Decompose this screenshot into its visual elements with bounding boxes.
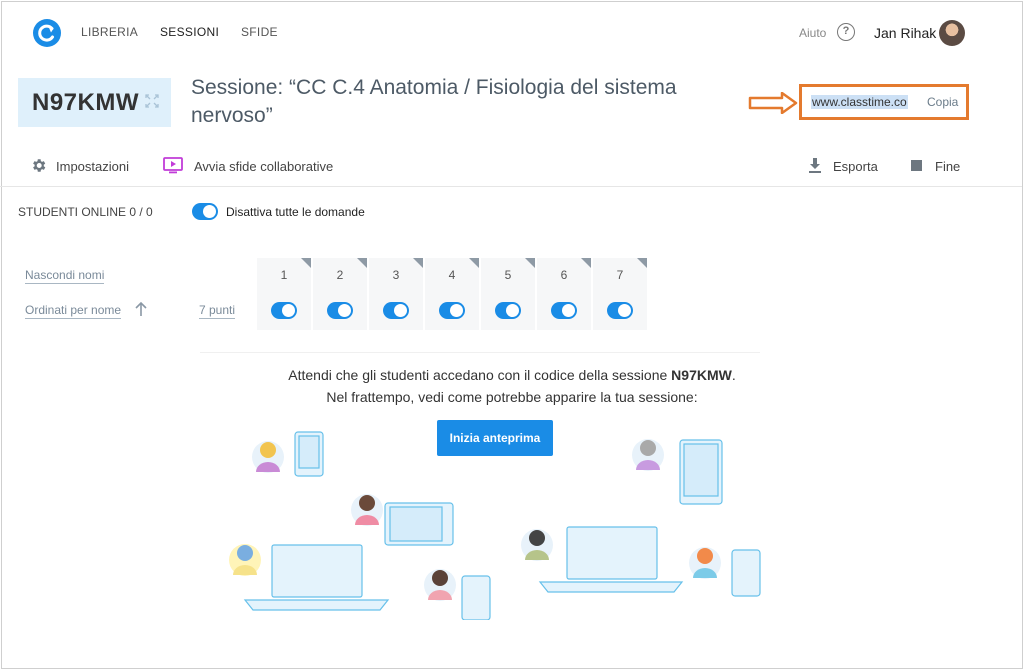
play-screen-icon[interactable]	[163, 157, 183, 174]
question-column[interactable]: 5	[481, 258, 535, 330]
download-icon[interactable]	[808, 157, 822, 174]
toggle-all-questions[interactable]	[192, 203, 218, 220]
question-toggle[interactable]	[495, 302, 521, 319]
waiting-message-line2: Nel frattempo, vedi come potrebbe appari…	[326, 389, 698, 405]
question-column[interactable]: 2	[313, 258, 367, 330]
export-button[interactable]: Esporta	[833, 159, 878, 174]
help-link[interactable]: Aiuto	[799, 26, 826, 40]
session-url[interactable]: www.classtime.co	[811, 95, 908, 109]
question-column[interactable]: 6	[537, 258, 591, 330]
settings-button[interactable]: Impostazioni	[56, 159, 129, 174]
question-number: 2	[336, 268, 344, 282]
question-circle-icon[interactable]: ?	[837, 23, 855, 41]
start-preview-button[interactable]: Inizia anteprima	[437, 420, 553, 456]
question-column[interactable]: 1	[257, 258, 311, 330]
toolbar-divider	[0, 186, 1022, 187]
question-number: 3	[392, 268, 400, 282]
nav-sessioni[interactable]: SESSIONI	[160, 25, 219, 39]
question-toggle[interactable]	[551, 302, 577, 319]
stop-icon[interactable]	[911, 160, 922, 171]
toggle-all-label: Disattiva tutte le domande	[226, 205, 365, 219]
question-number: 4	[448, 268, 456, 282]
collaborative-challenges-button[interactable]: Avvia sfide collaborative	[194, 159, 333, 174]
nav-sfide[interactable]: SFIDE	[241, 25, 278, 39]
question-number: 6	[560, 268, 568, 282]
gear-icon[interactable]	[30, 157, 47, 174]
question-column[interactable]: 4	[425, 258, 479, 330]
arrow-right-icon	[748, 91, 798, 115]
waiting-message-line1: Attendi che gli studenti accedano con il…	[0, 367, 1024, 383]
question-number: 5	[504, 268, 512, 282]
question-number: 7	[616, 268, 624, 282]
waiting-session-code: N97KMW	[671, 367, 732, 383]
copy-button[interactable]: Copia	[927, 95, 958, 109]
waiting-period: .	[731, 367, 736, 383]
question-number: 1	[280, 268, 288, 282]
hide-names-link[interactable]: Nascondi nomi	[25, 268, 105, 284]
students-online: STUDENTI ONLINE 0 / 0	[18, 205, 153, 219]
question-toggle[interactable]	[607, 302, 633, 319]
arrow-up-icon[interactable]	[134, 301, 148, 317]
end-button[interactable]: Fine	[935, 159, 960, 174]
grid-divider	[200, 352, 760, 353]
nav-libreria[interactable]: LIBRERIA	[81, 25, 138, 39]
classtime-logo[interactable]	[33, 19, 61, 47]
question-toggle[interactable]	[439, 302, 465, 319]
question-column[interactable]: 7	[593, 258, 647, 330]
question-toggle[interactable]	[383, 302, 409, 319]
question-column[interactable]: 3	[369, 258, 423, 330]
question-toggle[interactable]	[327, 302, 353, 319]
avatar[interactable]	[939, 20, 965, 46]
question-toggle[interactable]	[271, 302, 297, 319]
expand-icon[interactable]	[145, 94, 159, 108]
user-name[interactable]: Jan Rihak	[874, 25, 936, 41]
session-title: Sessione: “CC C.4 Anatomia / Fisiologia …	[191, 76, 677, 127]
waiting-text: Attendi che gli studenti accedano con il…	[288, 367, 672, 383]
sort-by-name-link[interactable]: Ordinati per nome	[25, 303, 122, 319]
session-code: N97KMW	[32, 89, 140, 116]
points-link[interactable]: 7 punti	[199, 303, 236, 319]
